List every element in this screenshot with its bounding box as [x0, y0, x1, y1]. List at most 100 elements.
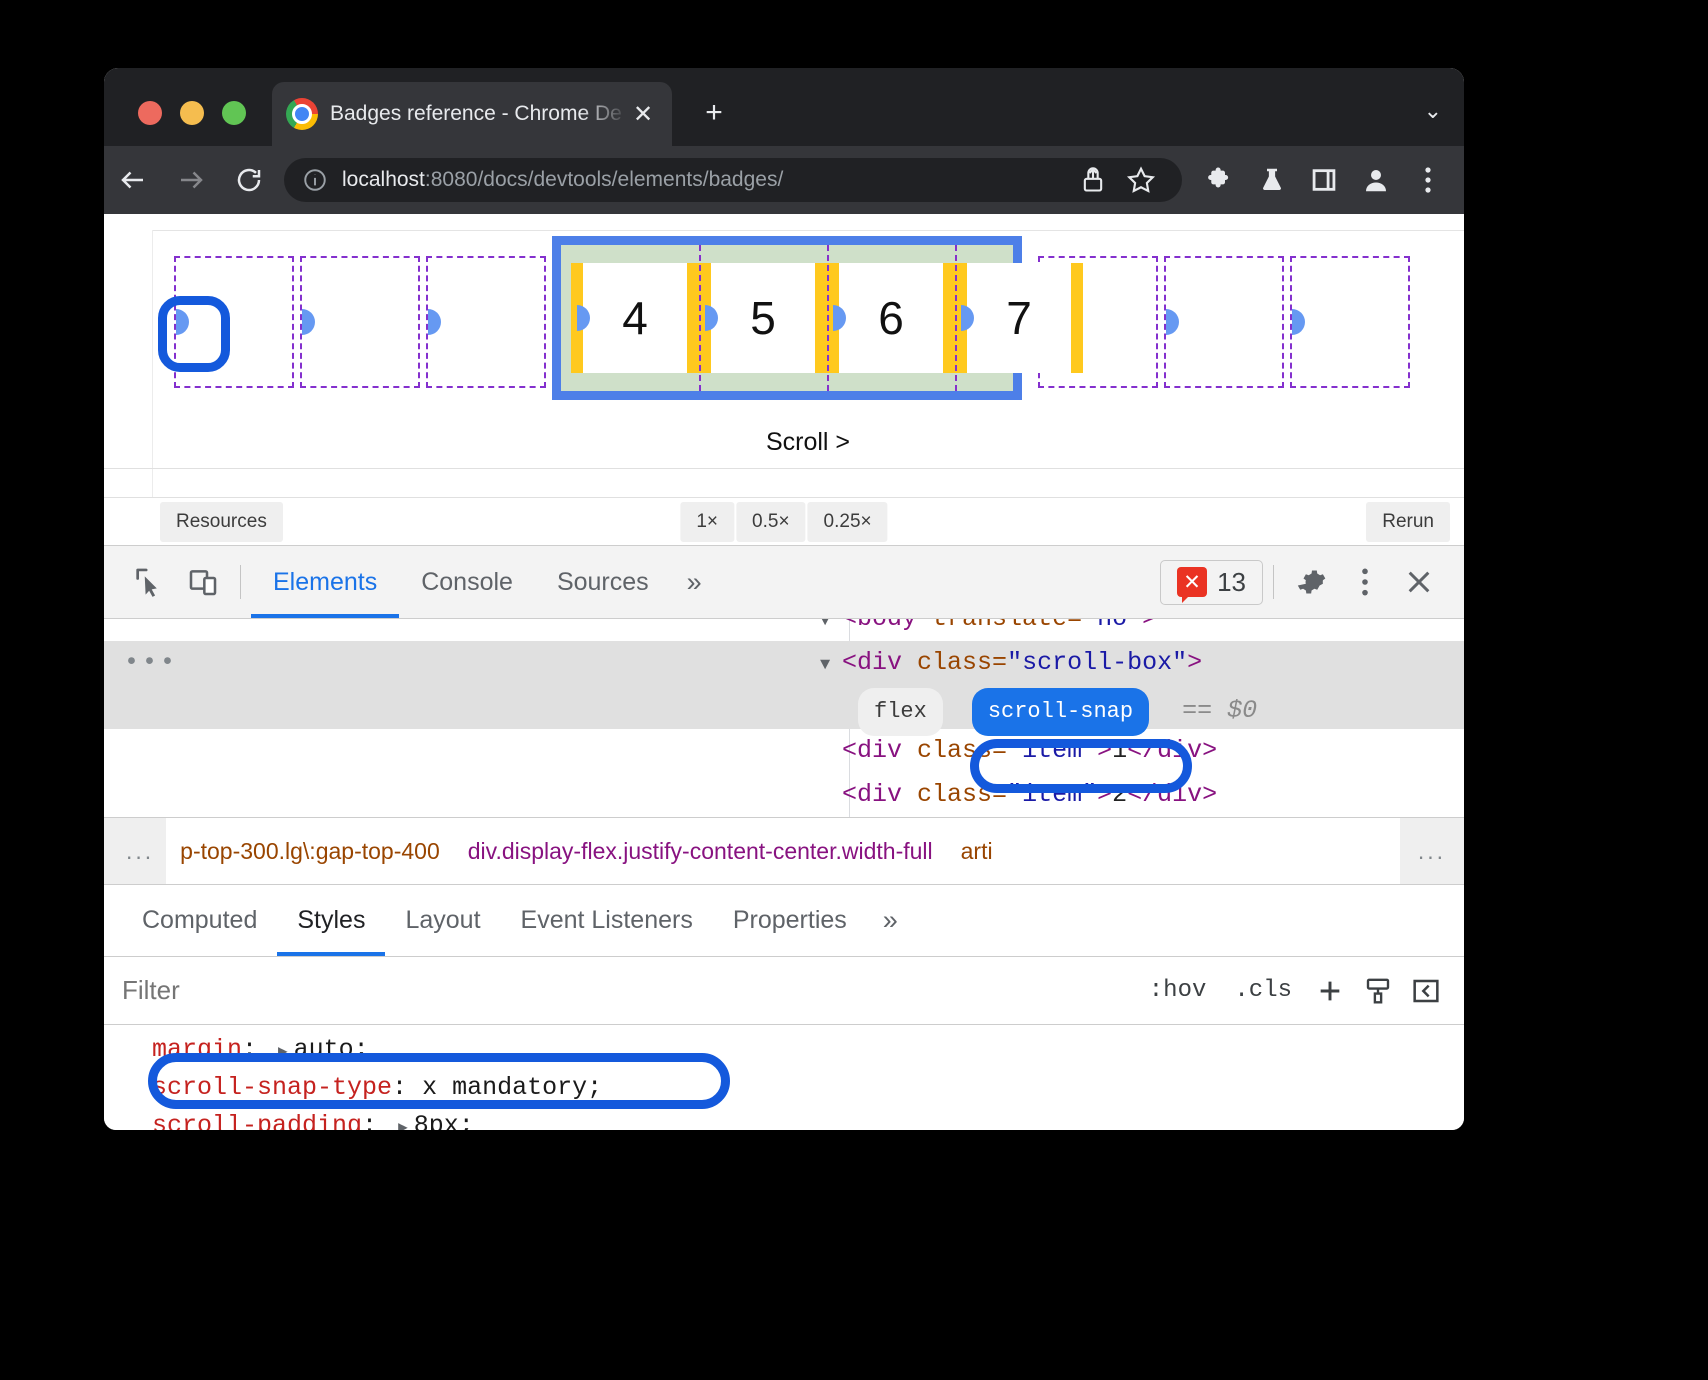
resources-button[interactable]: Resources: [160, 502, 283, 542]
window-minimize-button[interactable]: [180, 101, 204, 125]
zoom-025x-button[interactable]: 0.25×: [808, 502, 888, 542]
dom-node-item-2[interactable]: <div class="item">2</div>: [104, 773, 1464, 817]
list-item: 7: [955, 263, 1083, 373]
tab-sources[interactable]: Sources: [535, 546, 671, 618]
zoom-level-group: 1× 0.5× 0.25×: [680, 502, 887, 542]
reload-button[interactable]: [220, 165, 278, 195]
list-item: 6: [827, 263, 955, 373]
tab-console[interactable]: Console: [399, 546, 535, 618]
selected-node-marker: == $0: [1182, 696, 1257, 725]
collapse-sidebar-icon[interactable]: [1402, 967, 1450, 1015]
devtools-menu-icon[interactable]: [1338, 555, 1392, 609]
close-icon[interactable]: ✕: [628, 100, 658, 129]
breadcrumb-item[interactable]: p-top-300.lg\:gap-top-400: [166, 838, 454, 865]
item-label: 5: [750, 291, 776, 345]
address-bar[interactable]: localhost:8080/docs/devtools/elements/ba…: [284, 158, 1182, 202]
tab-event-listeners[interactable]: Event Listeners: [501, 886, 713, 956]
experiments-flask-icon[interactable]: [1248, 156, 1296, 204]
breadcrumb-overflow-left[interactable]: ...: [104, 818, 166, 884]
share-icon[interactable]: [1070, 158, 1116, 202]
dom-tag-name: body: [857, 619, 917, 633]
dom-tree: ▼<body translate="no"> ••• ▼<div class="…: [104, 619, 1464, 817]
device-toolbar-icon[interactable]: [176, 555, 230, 609]
url-host: localhost: [342, 168, 425, 191]
side-panel-icon[interactable]: [1300, 156, 1348, 204]
dom-node-scroll-box[interactable]: ••• ▼<div class="scroll-box"> flex scrol…: [104, 641, 1464, 729]
chevron-down-icon[interactable]: ⌄: [1424, 98, 1442, 124]
chrome-logo-icon: [286, 98, 318, 130]
filter-input[interactable]: [122, 975, 1135, 1006]
url-path: :8080/docs/devtools/elements/badges/: [425, 168, 783, 191]
scroll-box-highlight: 4 5 6 7: [552, 236, 1022, 400]
window-close-button[interactable]: [138, 101, 162, 125]
new-style-rule-button[interactable]: [1306, 967, 1354, 1015]
css-declaration[interactable]: scroll-padding: ▶8px;: [152, 1107, 1464, 1130]
dom-attr-value: "no": [1082, 619, 1142, 633]
zoom-1x-button[interactable]: 1×: [680, 502, 734, 542]
styles-filter-row: :hov .cls: [104, 957, 1464, 1025]
css-property-name[interactable]: scroll-padding: [152, 1111, 362, 1130]
back-button[interactable]: [104, 165, 162, 195]
tab-styles[interactable]: Styles: [277, 886, 385, 956]
toolbar-divider: [240, 565, 241, 599]
snap-area-box: [426, 256, 546, 388]
item-label: 4: [622, 291, 648, 345]
devtools-toolbar: Elements Console Sources » ✕ 13: [104, 545, 1464, 619]
breadcrumb-item[interactable]: arti: [947, 838, 1007, 865]
more-tabs-icon[interactable]: »: [671, 567, 718, 598]
tab-properties[interactable]: Properties: [713, 886, 867, 956]
snap-area-box: [1290, 256, 1410, 388]
forward-button[interactable]: [162, 165, 220, 195]
zoom-05x-button[interactable]: 0.5×: [736, 502, 806, 542]
css-property-value[interactable]: 8px;: [414, 1111, 474, 1130]
inspect-element-icon[interactable]: [122, 555, 176, 609]
close-devtools-icon[interactable]: [1392, 555, 1446, 609]
profile-avatar-icon[interactable]: [1352, 156, 1400, 204]
toggle-pseudo-states-button[interactable]: :hov: [1135, 977, 1221, 1004]
snap-area-box: [1164, 256, 1284, 388]
tab-computed[interactable]: Computed: [122, 886, 277, 956]
item-label: 7: [1006, 291, 1032, 345]
dom-attr-value: "scroll-box": [1007, 648, 1187, 677]
dom-node-body[interactable]: ▼<body translate="no">: [104, 619, 1464, 641]
browser-window: Badges reference - Chrome De ✕ + ⌄ local…: [104, 68, 1464, 1130]
resources-zoom-bar: Resources 1× 0.5× 0.25× Rerun: [104, 497, 1464, 545]
expand-triangle-icon[interactable]: ▼: [820, 644, 842, 688]
toolbar-divider: [1273, 565, 1274, 599]
rerun-button[interactable]: Rerun: [1366, 502, 1450, 542]
dom-attr-name: translate=: [932, 619, 1082, 633]
more-styles-tabs-icon[interactable]: »: [867, 905, 914, 936]
dom-node-item-1[interactable]: <div class="item">1</div>: [104, 729, 1464, 773]
browser-tab[interactable]: Badges reference - Chrome De ✕: [272, 82, 672, 146]
page-bottom-rule: [104, 468, 1464, 469]
bookmark-star-icon[interactable]: [1118, 158, 1164, 202]
gear-icon[interactable]: [1284, 555, 1338, 609]
error-icon: ✕: [1177, 567, 1207, 597]
dom-tag-name: div: [857, 648, 902, 677]
toggle-class-button[interactable]: .cls: [1220, 977, 1306, 1004]
tab-elements[interactable]: Elements: [251, 546, 399, 618]
expand-shorthand-icon[interactable]: ▶: [392, 1119, 414, 1130]
snap-area-edge: [955, 245, 957, 391]
devtools-panel: Elements Console Sources » ✕ 13: [104, 545, 1464, 1130]
new-tab-button[interactable]: +: [696, 96, 732, 132]
browser-toolbar: localhost:8080/docs/devtools/elements/ba…: [104, 146, 1464, 214]
dom-attr-name: class=: [917, 648, 1007, 677]
tab-layout[interactable]: Layout: [385, 886, 500, 956]
window-maximize-button[interactable]: [222, 101, 246, 125]
site-info-icon[interactable]: [302, 167, 328, 193]
error-count-badge[interactable]: ✕ 13: [1160, 560, 1263, 605]
styles-sidebar-tabs: Computed Styles Layout Event Listeners P…: [104, 885, 1464, 957]
tab-title: Badges reference - Chrome De: [330, 102, 628, 126]
brush-icon[interactable]: [1354, 967, 1402, 1015]
snap-area-edge: [699, 245, 701, 391]
dom-row-ellipsis[interactable]: •••: [124, 641, 178, 685]
breadcrumb: ... p-top-300.lg\:gap-top-400 div.displa…: [104, 817, 1464, 885]
extensions-puzzle-icon[interactable]: [1196, 156, 1244, 204]
css-declarations: margin: ▶auto; scroll-snap-type: x manda…: [104, 1025, 1464, 1130]
breadcrumb-item[interactable]: div.display-flex.justify-content-center.…: [454, 838, 947, 865]
browser-menu-icon[interactable]: [1404, 156, 1452, 204]
annotation-badge-highlight: [970, 739, 1192, 793]
breadcrumb-overflow-right[interactable]: ...: [1400, 818, 1464, 884]
snap-point-marker: [564, 305, 590, 331]
